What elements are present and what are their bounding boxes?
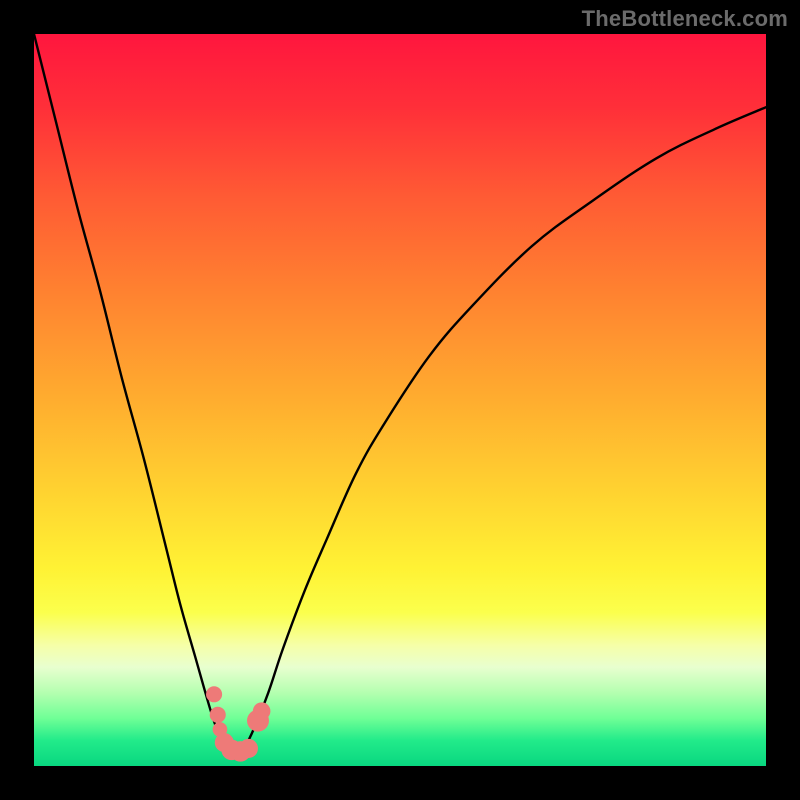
marker-a (206, 686, 222, 702)
bottleneck-chart (34, 34, 766, 766)
plot-area (34, 34, 766, 766)
marker-b (210, 707, 226, 723)
marker-i (253, 702, 271, 720)
marker-g (239, 739, 258, 758)
chart-frame: TheBottleneck.com (0, 0, 800, 800)
watermark-text: TheBottleneck.com (582, 6, 788, 32)
